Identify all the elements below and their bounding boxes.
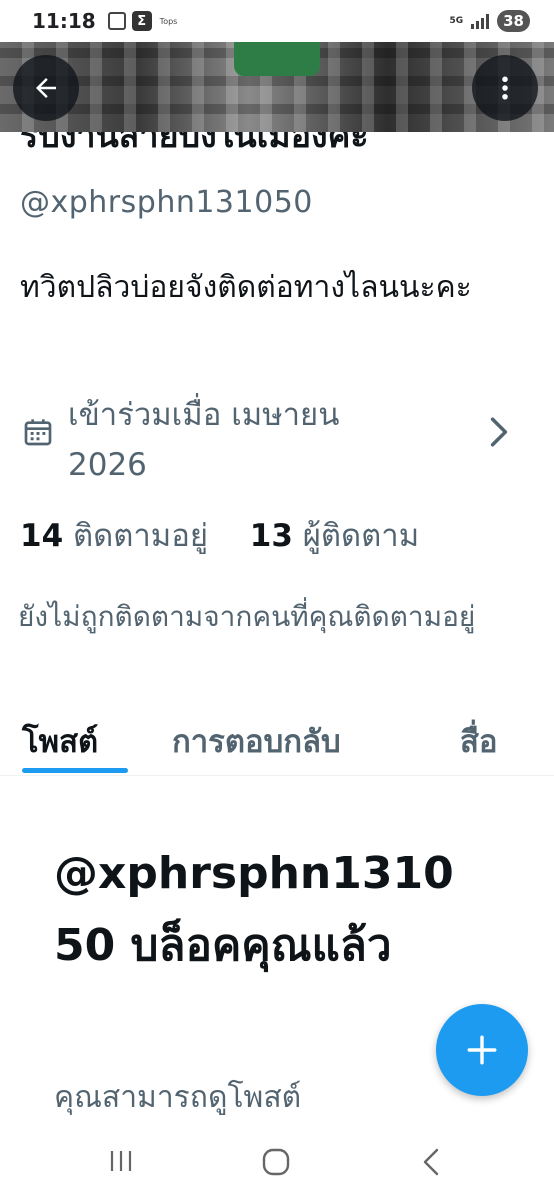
active-tab-indicator <box>22 768 128 773</box>
app-name-label: Tops <box>159 16 178 26</box>
blocked-subtitle: คุณสามารถดูโพสต์ <box>54 1080 302 1115</box>
followers-count: 13 <box>249 518 293 554</box>
not-followed-notice: ยังไม่ถูกติดตามจากคนที่คุณติดตามอยู่ <box>18 600 476 633</box>
chevron-right-icon <box>490 417 508 447</box>
followers-label: ผู้ติดตาม <box>302 518 420 554</box>
status-system-icons: 5G 38 <box>449 10 530 32</box>
display-name: รับงานสายบังในเมืองค่ะ <box>20 132 369 156</box>
recent-apps-icon[interactable] <box>108 1148 134 1174</box>
joined-date-text: เข้าร่วมเมื่อ เมษายน 2026 <box>68 397 340 483</box>
blocked-title: @xphrsphn131050 บล็อคคุณแล้ว <box>54 848 454 971</box>
app-notification-icon: Σ <box>131 11 152 31</box>
profile-banner <box>0 42 554 132</box>
more-options-button[interactable] <box>472 55 538 121</box>
compose-button[interactable] <box>436 1004 528 1096</box>
network-type: 5G <box>449 15 464 26</box>
following-link[interactable]: 14 ติดตามอยู่ <box>20 518 208 554</box>
arrow-left-icon <box>36 78 56 98</box>
home-icon[interactable] <box>261 1147 291 1177</box>
profile-tabs: โพสต์ การตอบกลับ สื่อ <box>0 716 554 776</box>
banner-graphic <box>234 42 320 76</box>
profile-handle: @xphrsphn131050 <box>20 185 313 220</box>
tab-posts[interactable]: โพสต์ <box>22 716 98 766</box>
status-bar: 11:18 Σ Tops 5G 38 <box>0 0 554 42</box>
system-navigation-bar <box>0 1126 554 1200</box>
display-name-container: รับงานสายบังในเมืองค่ะ <box>0 132 554 166</box>
status-time: 11:18 <box>32 9 96 33</box>
joined-date-row[interactable]: เข้าร่วมเมื่อ เมษายน 2026 <box>20 390 520 486</box>
following-count: 14 <box>20 518 64 554</box>
following-label: ติดตามอยู่ <box>73 518 209 554</box>
plus-icon <box>467 1035 497 1065</box>
back-nav-icon[interactable] <box>420 1146 442 1178</box>
screenshot-icon <box>107 12 126 30</box>
battery-indicator: 38 <box>497 10 530 32</box>
back-button[interactable] <box>13 55 79 121</box>
follow-counts: 14 ติดตามอยู่ 13 ผู้ติดตาม <box>20 510 419 560</box>
profile-bio: ทวิตปลิวบ่อยจังติดต่อทางไลนนะคะ <box>20 270 472 305</box>
status-notification-icons: Σ Tops <box>107 11 178 31</box>
more-vertical-icon <box>502 76 508 100</box>
tab-media[interactable]: สื่อ <box>460 716 498 766</box>
followers-link[interactable]: 13 ผู้ติดตาม <box>250 518 419 554</box>
tab-replies[interactable]: การตอบกลับ <box>172 716 341 766</box>
calendar-icon <box>24 419 52 446</box>
signal-icon <box>471 13 490 29</box>
